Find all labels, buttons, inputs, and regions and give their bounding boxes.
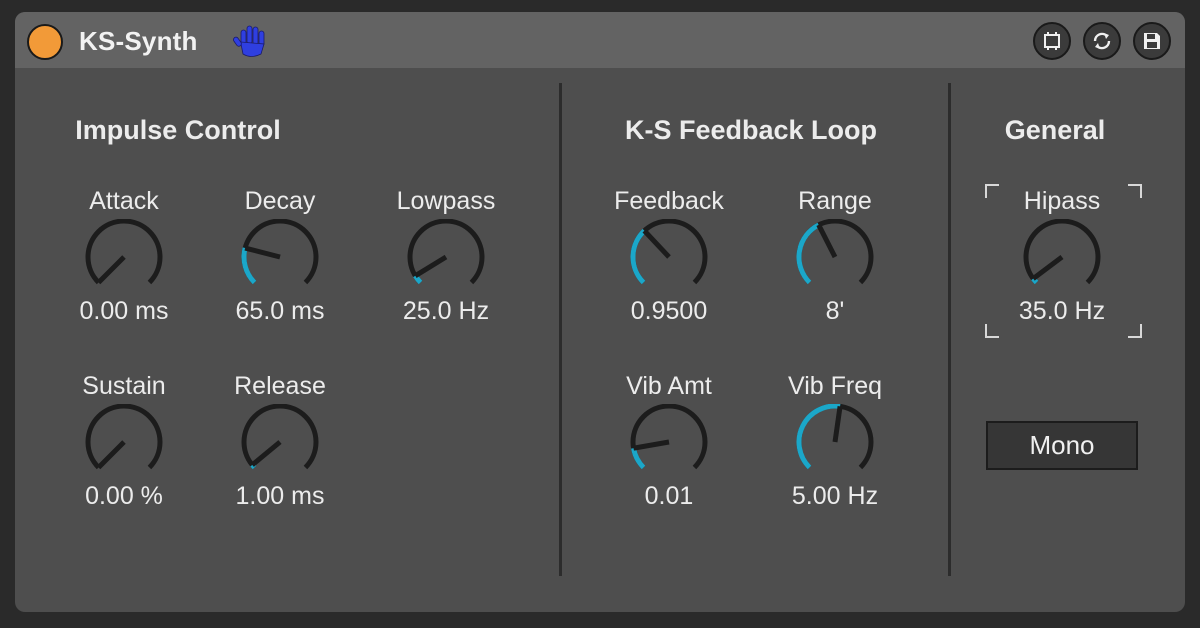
feedback-loop-title: K-S Feedback Loop (624, 115, 878, 145)
range-knob[interactable]: Range 8' (765, 187, 905, 337)
release-knob[interactable]: Release 1.00 ms (210, 372, 350, 522)
device-title-bar: KS-Synth (15, 12, 1185, 68)
hipass-knob[interactable]: Hipass 35.0 Hz (992, 187, 1132, 337)
decay-label: Decay (244, 187, 316, 215)
save-button[interactable] (1133, 22, 1171, 60)
knob-dial (85, 404, 163, 470)
knob-dial (407, 219, 485, 285)
lowpass-label: Lowpass (396, 187, 496, 215)
hipass-label: Hipass (1023, 187, 1101, 215)
knob-dial (630, 219, 708, 285)
replace-button[interactable] (1083, 22, 1121, 60)
vib-freq-label: Vib Freq (787, 372, 883, 400)
knob-dial (796, 219, 874, 285)
knob-value-arc (241, 247, 257, 285)
decay-knob[interactable]: Decay 65.0 ms (210, 187, 350, 337)
knob-dial (241, 219, 319, 285)
knob-dial (1023, 219, 1101, 285)
knob-pointer (96, 255, 126, 285)
knob-pointer (633, 439, 670, 451)
impulse-control-title: Impulse Control (75, 115, 281, 145)
replace-icon (1093, 32, 1111, 50)
hipass-value: 35.0 Hz (1018, 297, 1106, 325)
knob-dial (630, 404, 708, 470)
knob-pointer (832, 406, 843, 443)
knob-dial (796, 404, 874, 470)
map-icon (1044, 32, 1060, 50)
attack-label: Attack (89, 187, 159, 215)
general-title: General (1004, 115, 1106, 145)
range-label: Range (798, 187, 872, 215)
knob-track (85, 404, 163, 470)
power-icon[interactable] (27, 24, 63, 60)
knob-dial (85, 219, 163, 285)
feedback-knob[interactable]: Feedback 0.9500 (599, 187, 739, 337)
release-label: Release (234, 372, 326, 400)
hand-icon (233, 25, 265, 57)
knob-pointer (244, 245, 281, 260)
knob-pointer (816, 223, 838, 259)
vib-amt-value: 0.01 (644, 482, 694, 510)
sustain-knob[interactable]: Sustain 0.00 % (54, 372, 194, 522)
release-value: 1.00 ms (235, 482, 325, 510)
sustain-label: Sustain (82, 372, 166, 400)
device-title: KS-Synth (79, 26, 198, 56)
range-value: 8' (825, 297, 845, 325)
decay-value: 65.0 ms (235, 297, 325, 325)
vib-amt-label: Vib Amt (626, 372, 712, 400)
knob-dial (241, 404, 319, 470)
ks-synth-device: KS-Synth Impulse Control K-S Feedback Lo… (15, 12, 1185, 612)
knob-value-arc (631, 447, 646, 470)
knob-pointer (250, 440, 282, 467)
vib-freq-value: 5.00 Hz (791, 482, 879, 510)
mono-button[interactable]: Mono (986, 421, 1138, 470)
map-button[interactable] (1033, 22, 1071, 60)
knob-track (85, 219, 163, 285)
lowpass-knob[interactable]: Lowpass 25.0 Hz (376, 187, 516, 337)
save-icon (1144, 33, 1160, 49)
attack-value: 0.00 ms (79, 297, 169, 325)
knob-track (241, 404, 319, 470)
feedback-label: Feedback (614, 187, 724, 215)
lowpass-value: 25.0 Hz (402, 297, 490, 325)
section-divider-2 (948, 83, 951, 576)
feedback-value: 0.9500 (630, 297, 708, 325)
knob-track (630, 404, 708, 470)
vib-amt-knob[interactable]: Vib Amt 0.01 (599, 372, 739, 522)
knob-pointer (413, 254, 448, 278)
vib-freq-knob[interactable]: Vib Freq 5.00 Hz (765, 372, 905, 522)
section-divider-1 (559, 83, 562, 576)
knob-value-arc (630, 228, 647, 285)
knob-value-arc (796, 222, 820, 285)
knob-pointer (642, 229, 671, 259)
attack-knob[interactable]: Attack 0.00 ms (54, 187, 194, 337)
knob-pointer (1031, 255, 1064, 281)
knob-pointer (96, 440, 126, 470)
sustain-value: 0.00 % (85, 482, 163, 510)
